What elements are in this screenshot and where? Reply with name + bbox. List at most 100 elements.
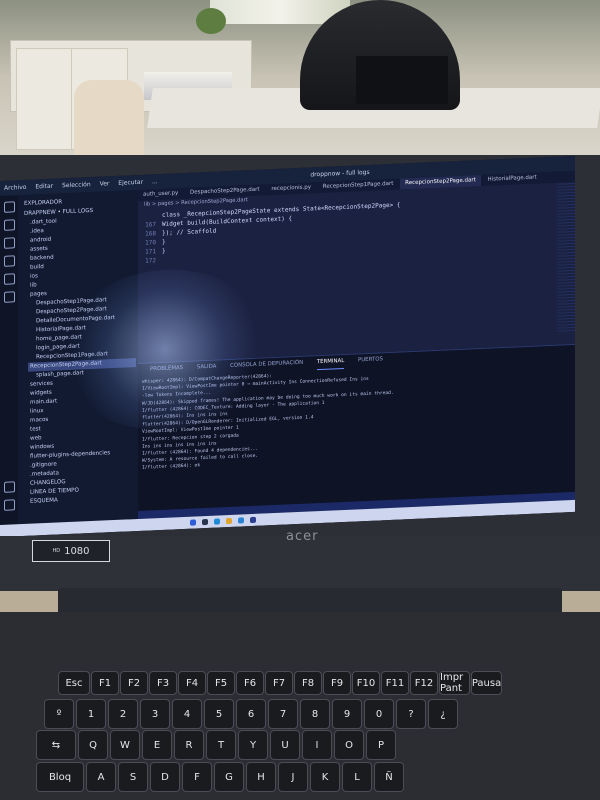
key[interactable]: F11 — [381, 671, 409, 695]
tab[interactable]: DespachoStep2Page.dart — [185, 184, 265, 198]
key[interactable]: K — [310, 762, 340, 792]
key[interactable]: P — [366, 730, 396, 760]
sidebar-item[interactable]: lib — [30, 281, 37, 290]
sidebar-item[interactable]: build — [30, 263, 44, 273]
key[interactable]: F12 — [410, 671, 438, 695]
debug-icon[interactable] — [4, 255, 15, 267]
key[interactable]: Ñ — [374, 762, 404, 792]
key[interactable]: D — [150, 762, 180, 792]
sidebar-item[interactable]: macos — [30, 416, 48, 426]
search-icon[interactable] — [202, 518, 208, 526]
menu-item-file[interactable]: Archivo — [4, 184, 26, 192]
browser-icon[interactable] — [214, 518, 220, 525]
flask-icon[interactable] — [4, 291, 15, 303]
key[interactable]: 1 — [76, 699, 106, 729]
key[interactable]: º — [44, 699, 74, 729]
key[interactable]: F9 — [323, 671, 351, 695]
key[interactable]: 3 — [140, 699, 170, 729]
sidebar-item[interactable]: ESQUEMA — [30, 496, 58, 506]
key[interactable]: U — [270, 730, 300, 760]
background-monitor — [356, 56, 448, 104]
windows-start-icon[interactable] — [190, 519, 196, 526]
folder-icon[interactable] — [226, 517, 232, 525]
panel-tab[interactable]: CONSOLA DE DEPURACIÓN — [230, 357, 303, 373]
sidebar-item[interactable]: android — [30, 236, 51, 246]
tab[interactable]: auth_user.py — [138, 188, 183, 201]
key[interactable]: G — [214, 762, 244, 792]
tab[interactable]: RecepcionStep1Page.dart — [318, 179, 399, 194]
sidebar-item[interactable]: backend — [30, 254, 54, 264]
key[interactable]: W — [110, 730, 140, 760]
key[interactable]: I — [302, 730, 332, 760]
key[interactable]: Q — [78, 730, 108, 760]
extensions-icon[interactable] — [4, 273, 15, 285]
key[interactable]: F — [182, 762, 212, 792]
key[interactable]: ? — [396, 699, 426, 729]
key[interactable]: Esc — [58, 671, 90, 695]
app-icon[interactable] — [250, 516, 256, 524]
key[interactable]: 0 — [364, 699, 394, 729]
key[interactable]: O — [334, 730, 364, 760]
key[interactable]: Impr Pant — [439, 671, 470, 695]
key[interactable]: 5 — [204, 699, 234, 729]
key[interactable]: F7 — [265, 671, 293, 695]
key[interactable]: F4 — [178, 671, 206, 695]
key[interactable]: 9 — [332, 699, 362, 729]
sidebar-item[interactable]: splash_page.dart — [36, 369, 84, 380]
key[interactable]: ¿ — [428, 699, 458, 729]
minimap[interactable] — [557, 182, 575, 334]
gear-icon[interactable] — [4, 499, 15, 511]
key[interactable]: T — [206, 730, 236, 760]
sidebar-item[interactable]: test — [30, 425, 41, 434]
key[interactable]: E — [142, 730, 172, 760]
terminal-output[interactable]: whisper: 42864): D/CompatChangeReporter(… — [142, 360, 571, 472]
search-icon[interactable] — [4, 219, 15, 231]
panel-tab[interactable]: PUERTOS — [358, 353, 383, 367]
sidebar-item[interactable]: ios — [30, 272, 38, 281]
key[interactable]: 7 — [268, 699, 298, 729]
key[interactable]: F8 — [294, 671, 322, 695]
key[interactable]: H — [246, 762, 276, 792]
key[interactable]: L — [342, 762, 372, 792]
vscode-icon[interactable] — [238, 517, 244, 524]
key[interactable]: R — [174, 730, 204, 760]
key[interactable]: F5 — [207, 671, 235, 695]
key[interactable]: Pausa — [471, 671, 502, 695]
key[interactable]: 2 — [108, 699, 138, 729]
key[interactable]: F2 — [120, 671, 148, 695]
chair — [74, 80, 144, 160]
sidebar-item[interactable]: web — [30, 434, 42, 443]
panel-tab-active[interactable]: TERMINAL — [316, 354, 345, 371]
activity-bar — [0, 195, 18, 537]
files-icon[interactable] — [4, 201, 15, 213]
key[interactable]: Y — [238, 730, 268, 760]
menu-item-selection[interactable]: Selección — [62, 181, 91, 189]
key[interactable]: F6 — [236, 671, 264, 695]
menu-item-edit[interactable]: Editar — [35, 183, 53, 191]
key[interactable]: Bloq — [36, 762, 84, 792]
key[interactable]: S — [118, 762, 148, 792]
code-line: } — [162, 247, 166, 255]
key[interactable]: 8 — [300, 699, 330, 729]
menu-item-run[interactable]: Ejecutar — [118, 179, 143, 187]
panel-tab[interactable]: PROBLEMAS — [150, 362, 183, 376]
key[interactable]: F10 — [352, 671, 380, 695]
panel-tab[interactable]: SALIDA — [197, 361, 217, 375]
key[interactable]: 6 — [236, 699, 266, 729]
code-line: }); // Scaffold — [162, 227, 217, 237]
menu-item-view[interactable]: Ver — [100, 180, 110, 187]
tab[interactable]: HistorialPage.dart — [483, 172, 542, 186]
menu-item-more[interactable]: ... — [152, 178, 158, 185]
tab-active[interactable]: RecepcionStep2Page.dart — [400, 175, 481, 190]
sidebar-item[interactable]: main.dart — [30, 398, 57, 408]
tab[interactable]: recepcionis.py — [266, 182, 316, 195]
key[interactable]: A — [86, 762, 116, 792]
key[interactable]: 4 — [172, 699, 202, 729]
source-control-icon[interactable] — [4, 237, 15, 249]
explorer-sidebar: EXPLORADOR DRAPPNEW • FULL LOGS .dart_to… — [18, 189, 138, 537]
key[interactable]: ⇆ — [36, 730, 76, 760]
key[interactable]: F3 — [149, 671, 177, 695]
key[interactable]: J — [278, 762, 308, 792]
key[interactable]: F1 — [91, 671, 119, 695]
account-icon[interactable] — [4, 481, 15, 493]
